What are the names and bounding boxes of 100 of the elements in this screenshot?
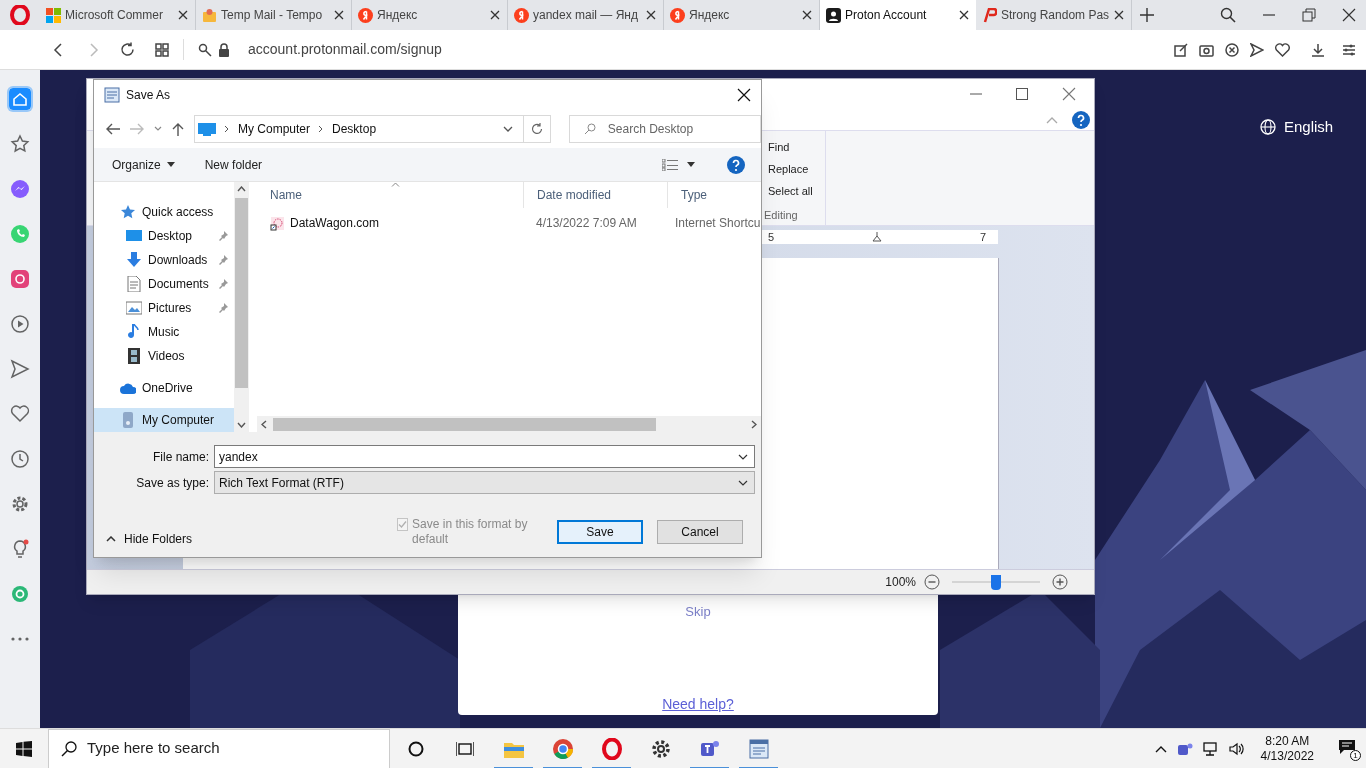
- column-header[interactable]: Name: [257, 182, 523, 208]
- windows-start-icon[interactable]: [16, 740, 32, 757]
- heart-icon[interactable]: [1275, 42, 1290, 57]
- help-icon[interactable]: [727, 155, 745, 174]
- taskbar-search-field[interactable]: Type here to search: [48, 728, 390, 768]
- clock[interactable]: 8:20 AM 4/13/2022: [1260, 733, 1314, 764]
- nav-item[interactable]: Desktop: [94, 224, 234, 248]
- camera-square-icon[interactable]: [9, 268, 31, 290]
- clock-icon[interactable]: [9, 448, 31, 470]
- skip-link[interactable]: Skip: [685, 602, 711, 622]
- settings-sliders-icon[interactable]: [1342, 42, 1356, 57]
- up-arrow-icon[interactable]: [172, 122, 184, 136]
- maximize-icon[interactable]: [1016, 88, 1028, 100]
- close-icon[interactable]: [177, 9, 189, 21]
- nav-item[interactable]: Videos: [94, 344, 234, 368]
- caret-up-icon[interactable]: [1154, 744, 1167, 753]
- play-circle-icon[interactable]: [9, 313, 31, 335]
- globe-icon[interactable]: [1260, 119, 1276, 136]
- scroll-down-icon: [237, 422, 246, 428]
- close-icon[interactable]: [333, 9, 345, 21]
- nav-item[interactable]: OneDrive: [94, 376, 234, 400]
- path-bar[interactable]: My Computer Desktop: [194, 115, 524, 143]
- volume-icon[interactable]: [1228, 740, 1245, 757]
- picture-icon: [126, 300, 142, 316]
- search-icon: [61, 740, 77, 757]
- plus-icon[interactable]: [1140, 8, 1154, 22]
- nav-item[interactable]: Pictures: [94, 296, 234, 320]
- tab-label: Яндекс: [377, 7, 419, 24]
- help-icon[interactable]: [1072, 110, 1090, 129]
- dropdown-caret-icon: [166, 162, 175, 167]
- circle-icon[interactable]: [407, 740, 424, 757]
- column-header[interactable]: Date modified: [523, 182, 667, 208]
- home-icon[interactable]: [9, 88, 31, 110]
- path-segment[interactable]: Desktop: [332, 120, 377, 138]
- reload-icon[interactable]: [120, 42, 135, 57]
- browser-tab[interactable]: Proton Account: [820, 0, 976, 30]
- file-row[interactable]: DataWagon.com 4/13/2022 7:09 AM Internet Shortcu: [257, 212, 761, 234]
- ribbon-group-label: Editing: [763, 208, 799, 223]
- document-window-icon[interactable]: [747, 737, 770, 760]
- download-icon[interactable]: [1311, 42, 1325, 57]
- hide-folders-button[interactable]: Hide Folders: [106, 530, 193, 548]
- settings-icon[interactable]: [649, 737, 672, 760]
- field-label: Save as type:: [135, 474, 210, 492]
- vertical-scrollbar[interactable]: [234, 182, 249, 432]
- close-icon[interactable]: [1113, 9, 1126, 21]
- task-view-icon[interactable]: [455, 740, 474, 757]
- key-icon[interactable]: [198, 42, 212, 57]
- block-icon[interactable]: [1225, 42, 1239, 57]
- close-icon[interactable]: [1342, 8, 1356, 22]
- new-folder-button[interactable]: New folder: [204, 155, 263, 174]
- ring-icon[interactable]: [600, 737, 623, 760]
- send-icon[interactable]: [9, 358, 31, 380]
- nav-item[interactable]: Documents: [94, 272, 234, 296]
- file-name-field[interactable]: yandex: [214, 445, 755, 468]
- close-icon[interactable]: [737, 88, 751, 102]
- close-icon[interactable]: [958, 9, 970, 21]
- send-icon[interactable]: [1250, 42, 1264, 57]
- language-selector[interactable]: English: [1284, 116, 1334, 139]
- search-field[interactable]: Search Desktop: [568, 115, 761, 143]
- close-icon[interactable]: [645, 9, 657, 21]
- tabs-grid-icon[interactable]: [155, 42, 169, 57]
- chat-icon: [1338, 738, 1356, 755]
- nav-item[interactable]: Music: [94, 320, 234, 344]
- indent-marker-icon[interactable]: [872, 232, 882, 242]
- tab-label: yandex mail — Янд: [533, 7, 639, 24]
- camera-icon[interactable]: [1199, 42, 1214, 57]
- dialog-button[interactable]: Save: [557, 520, 643, 544]
- slider-thumb[interactable]: [991, 575, 1001, 590]
- star-icon[interactable]: [9, 133, 31, 155]
- column-header[interactable]: Type: [667, 182, 761, 208]
- chat-bubble-icon[interactable]: [9, 178, 31, 200]
- save-type-dropdown[interactable]: Rich Text Format (RTF): [214, 471, 755, 494]
- nav-item[interactable]: My Computer: [94, 408, 234, 432]
- nav-item[interactable]: Quick access: [94, 200, 234, 224]
- address-field[interactable]: account.protonmail.com/signup: [248, 39, 442, 60]
- search-icon[interactable]: [1220, 7, 1236, 23]
- opera-logo-icon[interactable]: [10, 5, 30, 25]
- zoom-in-icon[interactable]: [1052, 574, 1068, 590]
- browser-circle-icon[interactable]: [551, 737, 574, 760]
- nav-item[interactable]: Downloads: [94, 248, 234, 272]
- notifications-button[interactable]: 1: [1338, 738, 1358, 759]
- zoom-out-icon[interactable]: [924, 574, 940, 590]
- zoom-slider[interactable]: [952, 574, 1040, 590]
- path-segment[interactable]: My Computer: [238, 120, 311, 138]
- help-link[interactable]: Need help?: [662, 693, 734, 715]
- notification-count: 1: [1350, 749, 1361, 761]
- dropdown-caret-icon[interactable]: [503, 126, 513, 132]
- close-icon[interactable]: [801, 9, 813, 21]
- view-options-icon[interactable]: [662, 158, 678, 171]
- organize-menu-button[interactable]: Organize: [112, 155, 175, 174]
- heart-icon[interactable]: [9, 403, 31, 425]
- horizontal-scrollbar[interactable]: [257, 416, 761, 432]
- restore-icon[interactable]: [1302, 8, 1316, 22]
- edit-icon[interactable]: [1174, 42, 1188, 57]
- dropdown-caret-icon[interactable]: [687, 162, 695, 167]
- dialog-button[interactable]: Cancel: [657, 520, 743, 544]
- close-icon[interactable]: [489, 9, 501, 21]
- refresh-button[interactable]: [524, 115, 551, 143]
- network-icon[interactable]: [1202, 740, 1219, 757]
- back-icon[interactable]: [106, 123, 120, 135]
